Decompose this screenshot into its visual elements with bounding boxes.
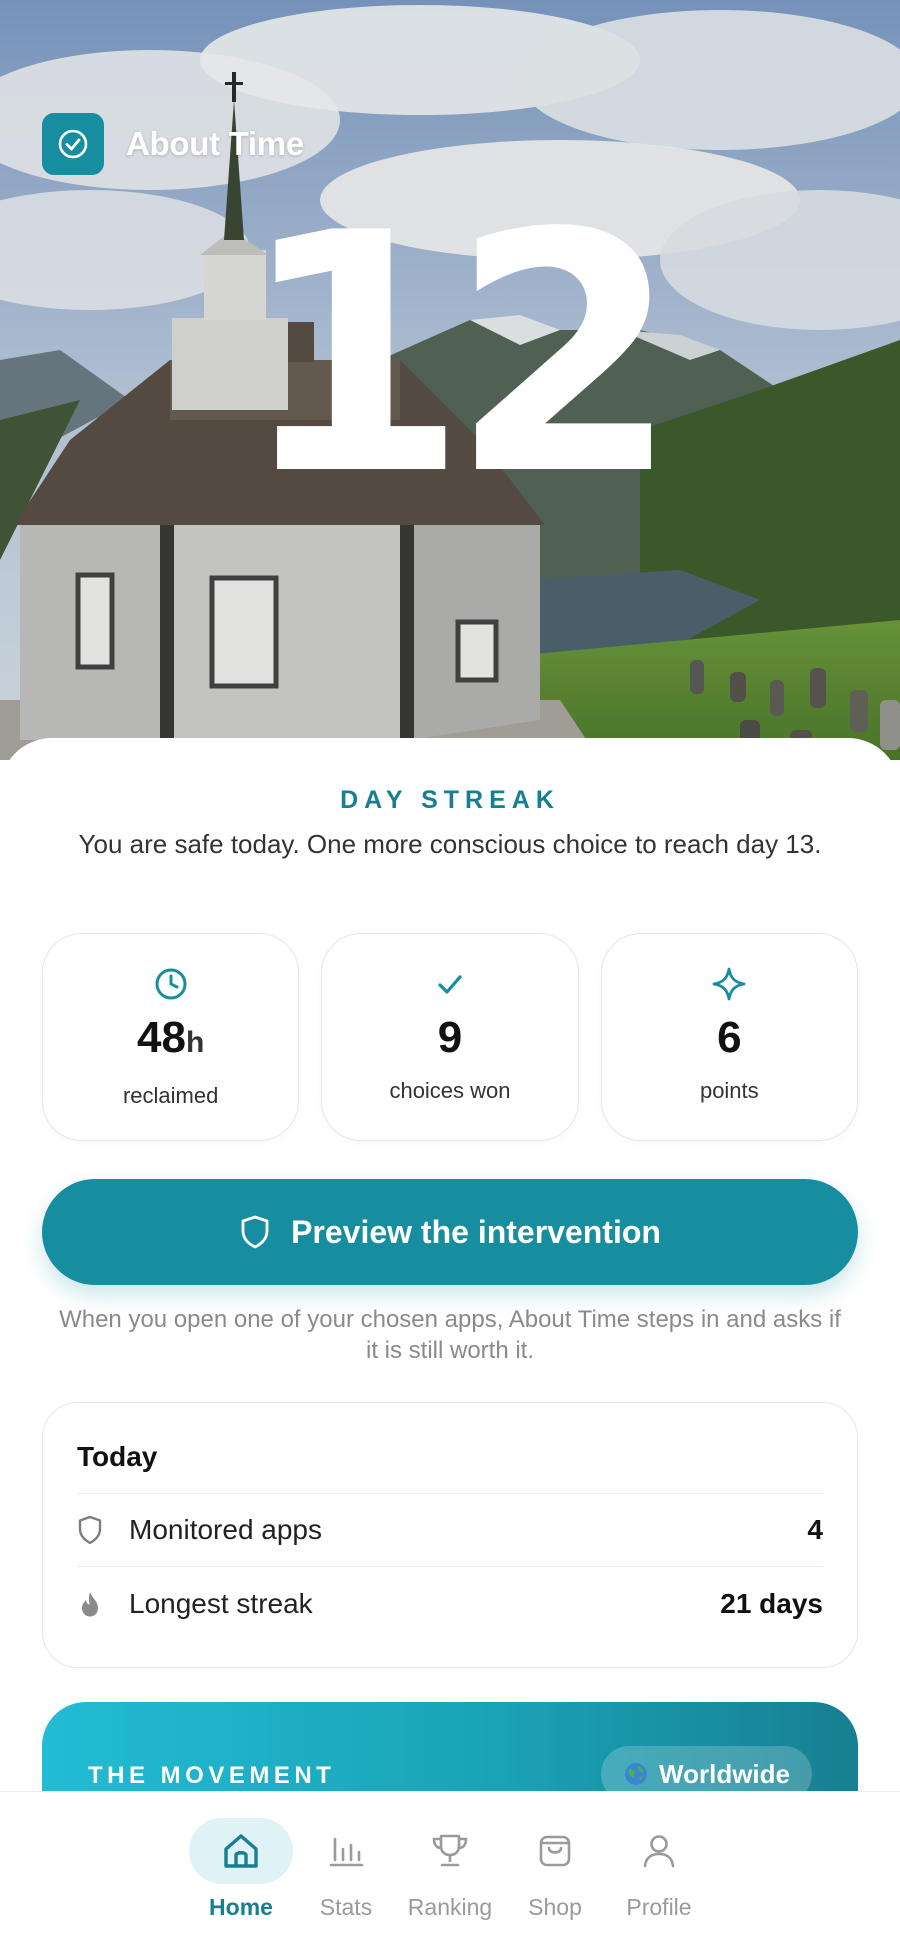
- tab-stats[interactable]: Stats: [291, 1818, 401, 1921]
- tab-label: Stats: [319, 1894, 373, 1920]
- flame-icon: [77, 1589, 115, 1619]
- movement-label: THE MOVEMENT: [88, 1762, 336, 1789]
- home-icon: [189, 1818, 293, 1884]
- sparkle-icon: [710, 964, 748, 1004]
- today-row-monitored-apps[interactable]: Monitored apps 4: [77, 1494, 823, 1567]
- today-card: Today Monitored apps 4 Longest streak 21…: [42, 1402, 858, 1668]
- today-row-longest-streak[interactable]: Longest streak 21 days: [77, 1567, 823, 1640]
- stat-card-points: 6 points: [600, 933, 858, 1141]
- app-name: About Time: [126, 125, 304, 162]
- tab-shop[interactable]: Shop: [500, 1818, 610, 1921]
- stats-row: 48h reclaimed 9 choices won 6 points: [42, 933, 858, 1141]
- home-sheet: DAY STREAK You are safe today. One more …: [0, 738, 900, 1951]
- shield-icon: [241, 1215, 269, 1249]
- stat-value: 9: [437, 1013, 463, 1062]
- worldwide-label: Worldwide: [659, 1758, 790, 1789]
- stat-card-reclaimed: 48h reclaimed: [42, 933, 300, 1141]
- stat-unit: h: [185, 1026, 205, 1059]
- tab-label: Home: [209, 1894, 273, 1920]
- tab-label: Ranking: [407, 1894, 493, 1920]
- row-label: Longest streak: [129, 1587, 313, 1619]
- stat-card-choices: 9 choices won: [321, 933, 579, 1141]
- app-logo-icon: [42, 113, 104, 175]
- cta-label: Preview the intervention: [291, 1213, 661, 1250]
- stat-label: reclaimed: [122, 1083, 219, 1108]
- cta-note: When you open one of your chosen apps, A…: [59, 1306, 841, 1364]
- trophy-icon: [398, 1818, 502, 1884]
- tab-label: Shop: [528, 1894, 582, 1920]
- day-streak-label: DAY STREAK: [340, 786, 560, 814]
- bag-icon: [503, 1818, 607, 1884]
- stat-label: choices won: [389, 1078, 511, 1103]
- today-title: Today: [77, 1403, 823, 1494]
- tab-home[interactable]: Home: [186, 1818, 296, 1921]
- tab-ranking[interactable]: Ranking: [395, 1818, 505, 1921]
- stat-label: points: [699, 1078, 759, 1103]
- preview-intervention-button[interactable]: Preview the intervention: [42, 1179, 858, 1285]
- bottom-tab-bar: Home Stats Ranking Shop Profile: [0, 1791, 900, 1951]
- stat-value: 48: [137, 1013, 186, 1062]
- row-value: 21 days: [720, 1587, 823, 1619]
- profile-icon: [607, 1818, 711, 1884]
- row-label: Monitored apps: [129, 1514, 323, 1545]
- streak-number: 12: [238, 163, 679, 547]
- shield-icon: [77, 1515, 115, 1545]
- globe-icon: [625, 1763, 648, 1785]
- streak-subtitle: You are safe today. One more conscious c…: [78, 829, 822, 859]
- hero-photo: About Time 12: [0, 0, 900, 760]
- stats-icon: [294, 1818, 398, 1884]
- row-value: 4: [807, 1514, 823, 1545]
- check-icon: [433, 964, 467, 1004]
- tab-label: Profile: [626, 1894, 692, 1920]
- tab-profile[interactable]: Profile: [604, 1818, 714, 1921]
- clock-icon: [153, 964, 189, 1004]
- stat-value: 6: [717, 1013, 742, 1062]
